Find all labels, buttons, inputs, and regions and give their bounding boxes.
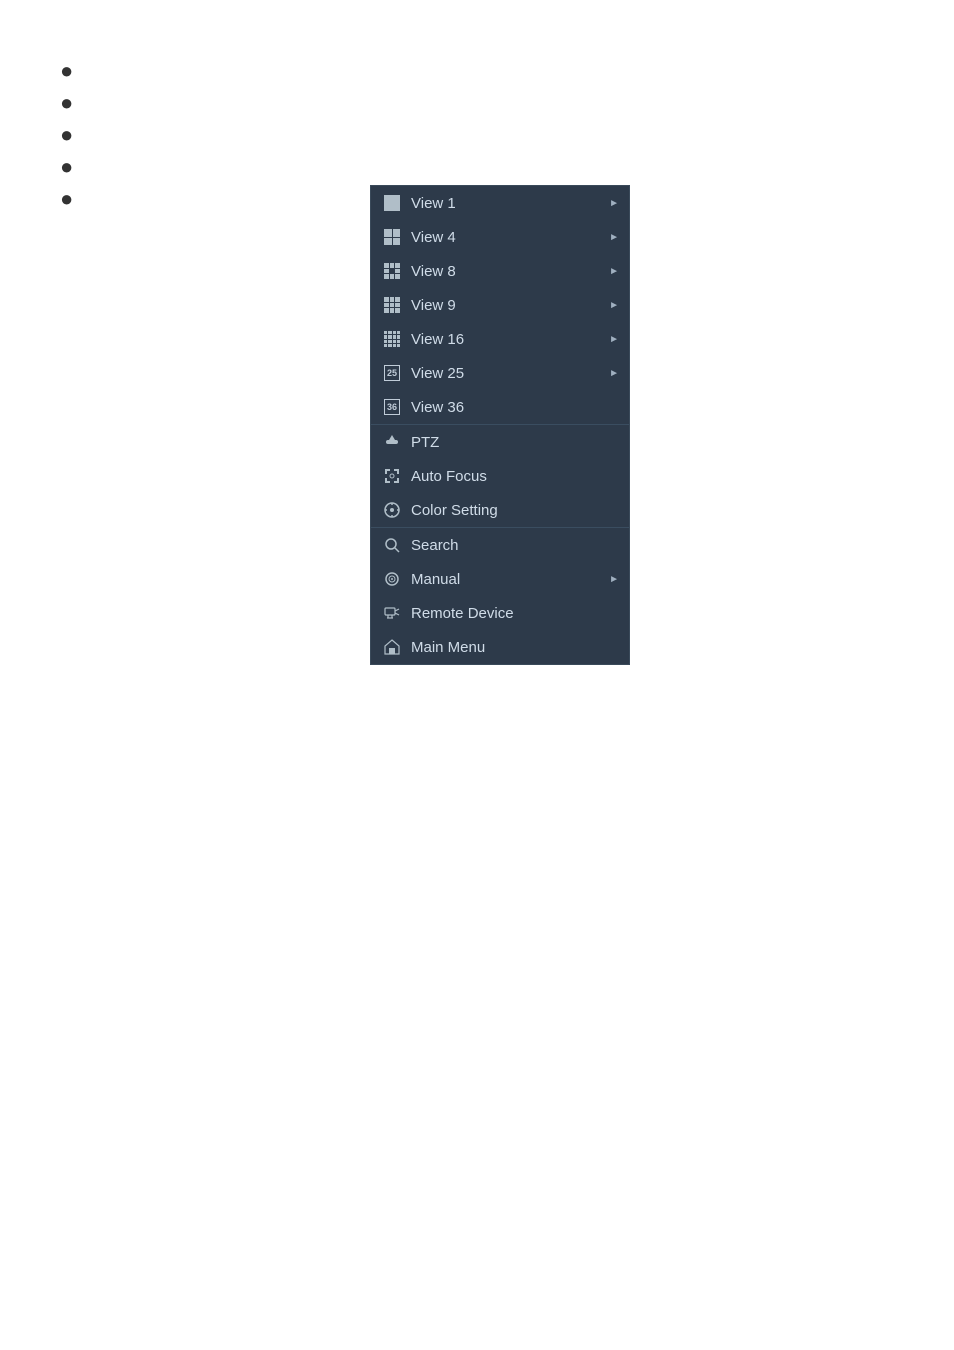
- menu-item-view16[interactable]: View 16 ►: [371, 322, 629, 356]
- search-icon: [381, 534, 403, 556]
- view16-label: View 16: [411, 331, 605, 348]
- menu-item-view36[interactable]: 36 View 36: [371, 390, 629, 424]
- menu-item-manual[interactable]: Manual ►: [371, 562, 629, 596]
- context-menu: View 1 ► View 4 ► View 8 ►: [370, 185, 630, 665]
- view9-label: View 9: [411, 297, 605, 314]
- bullet-1: ●: [60, 60, 73, 82]
- view36-label: View 36: [411, 399, 619, 416]
- system-section: Search Manual ►: [371, 528, 629, 664]
- view1-icon: [381, 192, 403, 214]
- view9-icon: [381, 294, 403, 316]
- view16-icon: [381, 328, 403, 350]
- colorsetting-icon: [381, 499, 403, 521]
- manual-label: Manual: [411, 571, 605, 588]
- bullet-5: ●: [60, 188, 73, 210]
- menu-item-view25[interactable]: 25 View 25 ►: [371, 356, 629, 390]
- remotedevice-icon: [381, 602, 403, 624]
- mainmenu-label: Main Menu: [411, 639, 619, 656]
- remotedevice-label: Remote Device: [411, 605, 619, 622]
- view9-arrow: ►: [609, 300, 619, 311]
- view1-arrow: ►: [609, 198, 619, 209]
- menu-item-remotedevice[interactable]: Remote Device: [371, 596, 629, 630]
- mainmenu-icon: [381, 636, 403, 658]
- view4-icon: [381, 226, 403, 248]
- view8-arrow: ►: [609, 266, 619, 277]
- view8-label: View 8: [411, 263, 605, 280]
- view8-icon: [381, 260, 403, 282]
- views-section: View 1 ► View 4 ► View 8 ►: [371, 186, 629, 425]
- menu-item-view9[interactable]: View 9 ►: [371, 288, 629, 322]
- menu-item-colorsetting[interactable]: Color Setting: [371, 493, 629, 527]
- menu-item-mainmenu[interactable]: Main Menu: [371, 630, 629, 664]
- menu-item-ptz[interactable]: PTZ: [371, 425, 629, 459]
- bullet-3: ●: [60, 124, 73, 146]
- ptz-icon: [381, 431, 403, 453]
- menu-item-view4[interactable]: View 4 ►: [371, 220, 629, 254]
- menu-item-view1[interactable]: View 1 ►: [371, 186, 629, 220]
- manual-icon: [381, 568, 403, 590]
- autofocus-icon: [381, 465, 403, 487]
- view1-label: View 1: [411, 195, 605, 212]
- view25-icon: 25: [381, 362, 403, 384]
- menu-item-autofocus[interactable]: Auto Focus: [371, 459, 629, 493]
- search-label: Search: [411, 537, 619, 554]
- autofocus-label: Auto Focus: [411, 468, 619, 485]
- view25-label: View 25: [411, 365, 605, 382]
- view4-arrow: ►: [609, 232, 619, 243]
- bullet-list: ● ● ● ● ●: [60, 60, 73, 210]
- colorsetting-label: Color Setting: [411, 502, 619, 519]
- menu-item-search[interactable]: Search: [371, 528, 629, 562]
- view36-icon: 36: [381, 396, 403, 418]
- bullet-4: ●: [60, 156, 73, 178]
- view25-arrow: ►: [609, 368, 619, 379]
- manual-arrow: ►: [609, 574, 619, 585]
- view4-label: View 4: [411, 229, 605, 246]
- menu-item-view8[interactable]: View 8 ►: [371, 254, 629, 288]
- camera-section: PTZ Auto Focus: [371, 425, 629, 528]
- ptz-label: PTZ: [411, 434, 619, 451]
- view16-arrow: ►: [609, 334, 619, 345]
- bullet-2: ●: [60, 92, 73, 114]
